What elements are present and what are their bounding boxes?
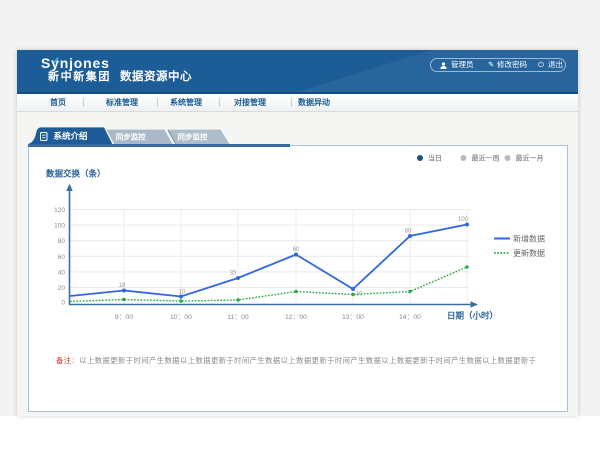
svg-text:18: 18 bbox=[119, 283, 126, 289]
svg-text:80: 80 bbox=[58, 238, 66, 245]
svg-text:10: 10 bbox=[356, 292, 363, 298]
svg-text:100: 100 bbox=[54, 223, 65, 230]
svg-text:13：00: 13：00 bbox=[342, 314, 364, 321]
svg-text:35: 35 bbox=[230, 271, 237, 277]
svg-text:日期（小时）: 日期（小时） bbox=[447, 311, 498, 321]
svg-text:20: 20 bbox=[58, 285, 66, 292]
svg-text:最近一月: 最近一月 bbox=[516, 154, 544, 163]
svg-text:40: 40 bbox=[58, 269, 66, 276]
svg-text:新增数据: 新增数据 bbox=[513, 234, 545, 244]
svg-text:数据交换（条）: 数据交换（条） bbox=[46, 169, 106, 179]
svg-text:60: 60 bbox=[293, 247, 300, 253]
svg-text:10：00: 10：00 bbox=[170, 314, 192, 321]
svg-text:0: 0 bbox=[61, 300, 65, 307]
svg-text:80: 80 bbox=[405, 229, 412, 235]
svg-text:当日: 当日 bbox=[428, 154, 442, 163]
svg-text:9：00: 9：00 bbox=[115, 314, 133, 321]
svg-text:11：00: 11：00 bbox=[227, 314, 249, 321]
svg-text:60: 60 bbox=[58, 254, 66, 261]
svg-text:12：00: 12：00 bbox=[285, 314, 307, 321]
svg-text:最近一周: 最近一周 bbox=[472, 154, 500, 163]
svg-text:更新数据: 更新数据 bbox=[513, 248, 545, 258]
svg-text:120: 120 bbox=[54, 207, 65, 214]
svg-text:100: 100 bbox=[458, 217, 469, 223]
svg-text:14：00: 14：00 bbox=[399, 314, 421, 321]
svg-text:10: 10 bbox=[179, 290, 186, 296]
